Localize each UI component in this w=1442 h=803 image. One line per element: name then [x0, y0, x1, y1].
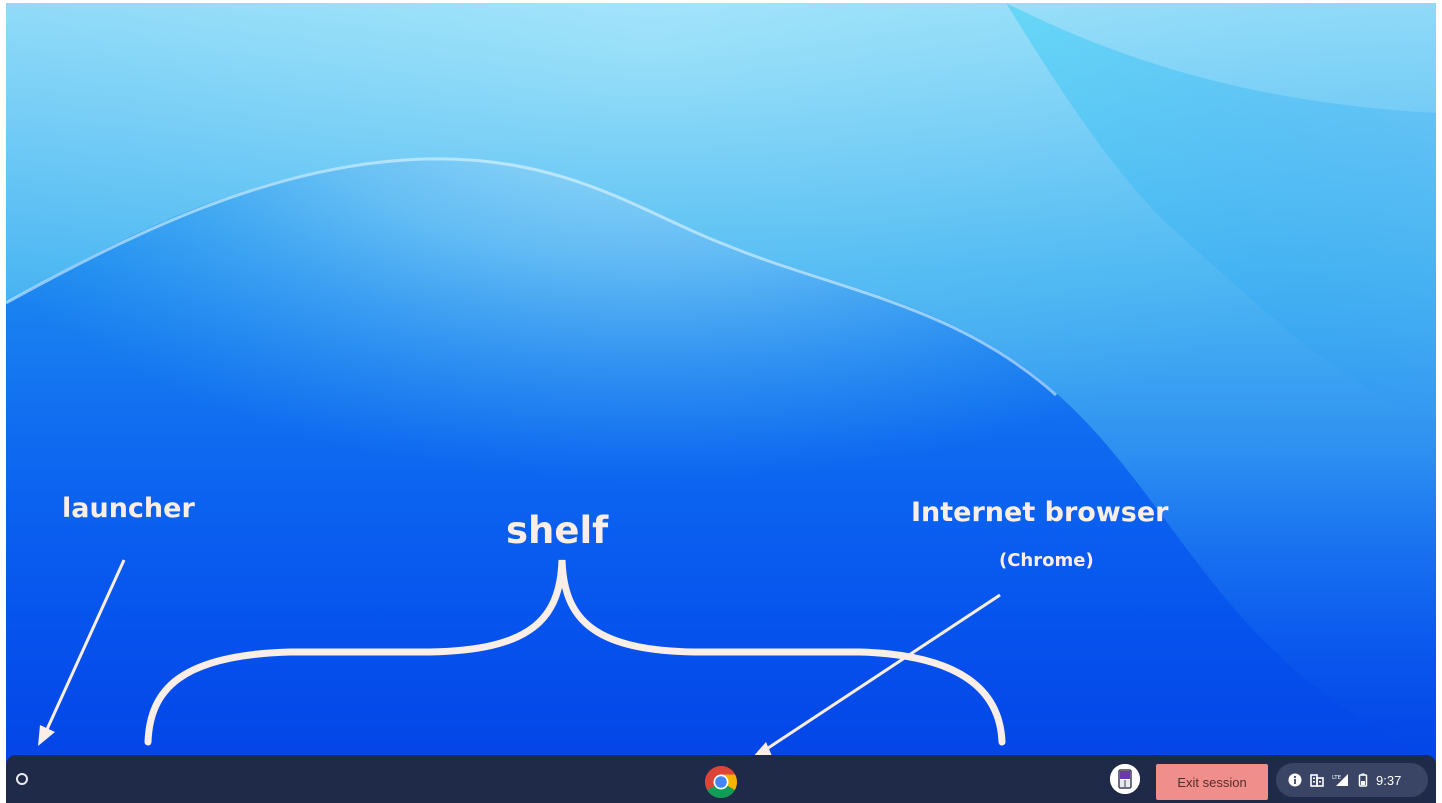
desktop-wallpaper	[6, 3, 1436, 803]
status-tray[interactable]: LTE 9:37	[1276, 763, 1428, 797]
managed-guest-avatar-icon	[1110, 764, 1140, 794]
shelf: Exit session LTE 9:37	[6, 755, 1436, 803]
info-icon	[1288, 773, 1302, 787]
launcher-annotation: launcher	[62, 493, 195, 524]
browser-annotation: Internet browser	[911, 497, 1169, 528]
exit-session-button[interactable]: Exit session	[1156, 764, 1268, 800]
browser-annotation-subtitle: (Chrome)	[999, 550, 1094, 571]
launcher-button[interactable]	[10, 767, 34, 791]
shelf-annotation: shelf	[506, 509, 609, 552]
chrome-icon	[704, 766, 737, 799]
clock: 9:37	[1376, 772, 1402, 788]
svg-text:LTE: LTE	[1332, 775, 1342, 781]
launcher-circle-icon	[16, 773, 28, 785]
battery-icon	[1358, 773, 1368, 787]
chromeos-screen: launcher shelf Internet browser (Chrome)	[0, 0, 1442, 803]
chrome-app-button[interactable]	[703, 764, 739, 800]
wallpaper-image	[6, 3, 1436, 803]
lte-signal-icon: LTE	[1332, 773, 1350, 787]
user-avatar[interactable]	[1110, 764, 1140, 794]
managed-device-icon	[1310, 773, 1324, 787]
